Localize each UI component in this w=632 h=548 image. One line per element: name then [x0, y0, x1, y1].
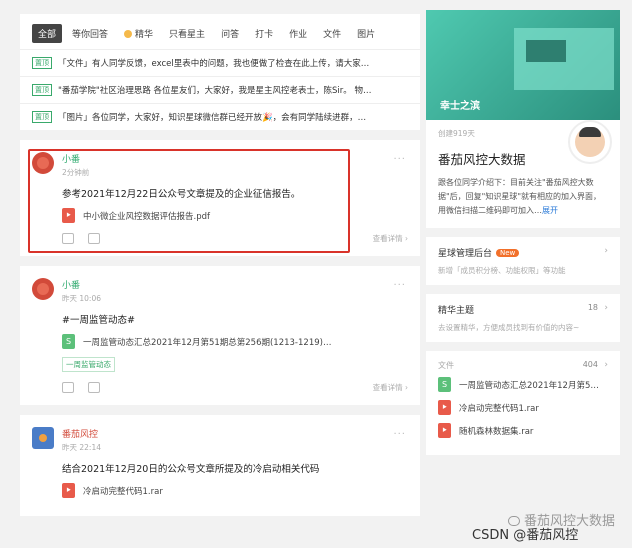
post-text: #一周监管动态# — [62, 315, 135, 326]
file-name: 随机森林数据集.rar — [459, 426, 534, 437]
pinned-tag: 置顶 — [32, 57, 52, 69]
attachment-name: 中小微企业风控数据评估报告.pdf — [83, 211, 210, 222]
attachment-name: 一周监管动态汇总2021年12月第51期总第256期(1213-1219)… — [83, 337, 332, 348]
new-badge: New — [496, 249, 520, 257]
like-icon[interactable] — [62, 382, 74, 393]
admin-subtitle: 新增「成员积分榜、功能权限」等功能 — [438, 266, 566, 275]
post-text: 结合2021年12月20日的公众号文章所提及的冷启动相关代码 — [62, 464, 320, 475]
attachment[interactable]: S 一周监管动态汇总2021年12月第51期总第256期(1213-1219)… — [62, 334, 408, 349]
avatar[interactable] — [32, 152, 54, 174]
pinned-tag: 置顶 — [32, 111, 52, 123]
filter-checkin[interactable]: 打卡 — [249, 24, 279, 43]
chevron-right-icon: › — [604, 246, 608, 256]
filter-qa[interactable]: 问答 — [215, 24, 245, 43]
attachment[interactable]: ⯈ 中小微企业风控数据评估报告.pdf — [62, 208, 408, 223]
comment-icon[interactable] — [88, 233, 100, 244]
view-detail-link[interactable]: 查看详情 › — [373, 382, 408, 393]
post-author[interactable]: 小番 — [62, 152, 89, 165]
avatar[interactable] — [32, 427, 54, 449]
planet-banner: 幸士之滨 — [426, 10, 620, 120]
filter-card: 全部 等你回答 精华 只看星主 问答 打卡 作业 文件 图片 置顶 「文件」有人… — [20, 14, 420, 130]
filter-digest[interactable]: 精华 — [118, 24, 159, 43]
archive-file-icon: ⯈ — [438, 423, 451, 438]
pinned-text: "番茄学院"社区治理思路 各位星友们，大家好，我是星主风控老表士，陈Sir。 物… — [58, 86, 372, 96]
admin-panel[interactable]: 星球管理后台 New 新增「成员积分榜、功能权限」等功能 › — [426, 237, 620, 285]
post-time: 昨天 10:06 — [62, 294, 101, 303]
file-item[interactable]: ⯈ 冷启动完整代码1.rar — [438, 400, 608, 415]
pinned-text: 「文件」有人同学反馈，excel里表中的问题，我也便做了检查在此上传，请大家… — [58, 59, 370, 69]
view-detail-link[interactable]: 查看详情 › — [373, 233, 408, 244]
avatar[interactable] — [32, 278, 54, 300]
digest-panel[interactable]: 精华主题 去设置精华，方便成员找到有价值的内容~ 18 › — [426, 294, 620, 342]
like-icon[interactable] — [62, 233, 74, 244]
pinned-item[interactable]: 置顶 「图片」各位同学，大家好，知识星球微信群已经开放🎉，会有同学陆续进群，… — [20, 103, 420, 130]
pinned-tag: 置顶 — [32, 84, 52, 96]
post-author[interactable]: 小番 — [62, 278, 101, 291]
document-file-icon: S — [438, 377, 451, 392]
filter-tabs: 全部 等你回答 精华 只看星主 问答 打卡 作业 文件 图片 — [20, 14, 420, 49]
pinned-item[interactable]: 置顶 「文件」有人同学反馈，excel里表中的问题，我也便做了检查在此上传，请大… — [20, 49, 420, 76]
pinned-item[interactable]: 置顶 "番茄学院"社区治理思路 各位星友们，大家好，我是星主风控老表士，陈Sir… — [20, 76, 420, 103]
more-options-icon[interactable]: ··· — [393, 280, 406, 291]
owner-avatar[interactable] — [568, 120, 612, 164]
filter-digest-label: 精华 — [135, 30, 154, 40]
file-item[interactable]: S 一周监管动态汇总2021年12月第5… — [438, 377, 608, 392]
admin-title: 星球管理后台 — [438, 249, 493, 259]
filter-all[interactable]: 全部 — [32, 24, 63, 43]
digest-icon — [124, 30, 133, 38]
filter-files[interactable]: 文件 — [317, 24, 347, 43]
post-text: 参考2021年12月22日公众号文章提及的企业征信报告。 — [62, 189, 301, 200]
banner-title: 幸士之滨 — [440, 101, 480, 112]
comment-icon[interactable] — [88, 382, 100, 393]
watermark-line2: CSDN @番茄风控 — [472, 528, 579, 543]
more-options-icon[interactable]: ··· — [393, 429, 406, 440]
digest-title: 精华主题 — [438, 306, 475, 316]
chevron-right-icon[interactable]: › — [604, 360, 608, 370]
post-card: ··· 小番 2分钟前 参考2021年12月22日公众号文章提及的企业征信报告。… — [20, 140, 420, 256]
digest-count: 18 — [587, 303, 598, 312]
post-card: ··· 番茄风控 昨天 22:14 结合2021年12月20日的公众号文章所提及… — [20, 415, 420, 516]
files-panel: 文件 404 › S 一周监管动态汇总2021年12月第5… ⯈ 冷启动完整代码… — [426, 351, 620, 455]
document-file-icon: S — [62, 334, 75, 349]
file-item[interactable]: ⯈ 随机森林数据集.rar — [438, 423, 608, 438]
filter-owner-only[interactable]: 只看星主 — [163, 24, 211, 43]
attachment-name: 冷启动完整代码1.rar — [83, 486, 163, 497]
chevron-right-icon: › — [604, 303, 608, 313]
post-card: ··· 小番 昨天 10:06 #一周监管动态# S 一周监管动态汇总2021年… — [20, 266, 420, 405]
pinned-text: 「图片」各位同学，大家好，知识星球微信群已经开放🎉，会有同学陆续进群，… — [58, 113, 367, 123]
planet-intro: 跟各位同学介绍下：目前关注"番茄风控大数据"后，回复"知识星球"就有相应的加入界… — [438, 176, 608, 218]
filter-homework[interactable]: 作业 — [283, 24, 313, 43]
archive-file-icon: ⯈ — [62, 483, 75, 498]
sidebar: 幸士之滨 创建919天 番茄风控大数据 跟各位同学介绍下：目前关注"番茄风控大数… — [426, 10, 620, 455]
post-time: 昨天 22:14 — [62, 443, 101, 452]
file-name: 冷启动完整代码1.rar — [459, 403, 539, 414]
archive-file-icon: ⯈ — [438, 400, 451, 415]
hashtag[interactable]: 一周监管动态 — [62, 357, 115, 372]
files-count: 404 — [582, 360, 598, 369]
feed-column: 全部 等你回答 精华 只看星主 问答 打卡 作业 文件 图片 置顶 「文件」有人… — [20, 14, 420, 516]
digest-subtitle: 去设置精华，方便成员找到有价值的内容~ — [438, 323, 580, 332]
filter-images[interactable]: 图片 — [351, 24, 381, 43]
intro-text: 跟各位同学介绍下：目前关注"番茄风控大数据"后，回复"知识星球"就有相应的加入界… — [438, 178, 602, 215]
post-time: 2分钟前 — [62, 168, 90, 177]
attachment[interactable]: ⯈ 冷启动完整代码1.rar — [62, 483, 408, 498]
expand-link[interactable]: 展开 — [542, 206, 558, 215]
filter-waiting-answer[interactable]: 等你回答 — [66, 24, 114, 43]
pdf-file-icon: ⯈ — [62, 208, 75, 223]
more-options-icon[interactable]: ··· — [393, 154, 406, 165]
post-author[interactable]: 番茄风控 — [62, 427, 101, 440]
file-name: 一周监管动态汇总2021年12月第5… — [459, 380, 599, 391]
